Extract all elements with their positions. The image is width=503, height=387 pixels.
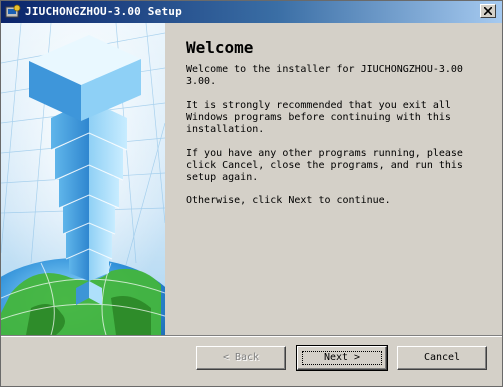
next-button[interactable]: Next > [296,345,388,371]
button-separator [1,335,502,337]
setup-app-icon [5,4,21,20]
back-button-label: < Back [222,352,260,363]
cancel-button-label: Cancel [423,352,461,363]
back-button[interactable]: < Back [196,346,286,370]
continue-paragraph: Otherwise, click Next to continue. [186,195,391,206]
window-title: JIUCHONGZHOU-3.00 Setup [25,5,182,18]
close-button[interactable] [480,4,496,18]
side-banner-image [1,23,165,335]
page-title: Welcome [186,38,254,57]
recommendation-paragraph: It is strongly recommended that you exit… [186,100,451,135]
title-bar[interactable]: JIUCHONGZHOU-3.00 Setup [1,1,502,23]
running-programs-paragraph: If you have any other programs running, … [186,148,463,183]
welcome-paragraph: Welcome to the installer for JIUCHONGZHO… [186,64,463,87]
setup-window: JIUCHONGZHOU-3.00 Setup Welcome Welcome … [0,0,503,387]
close-icon [484,7,492,15]
focus-rectangle [302,351,382,365]
cancel-button[interactable]: Cancel [397,346,487,370]
welcome-content: Welcome Welcome to the installer for JIU… [165,23,502,335]
